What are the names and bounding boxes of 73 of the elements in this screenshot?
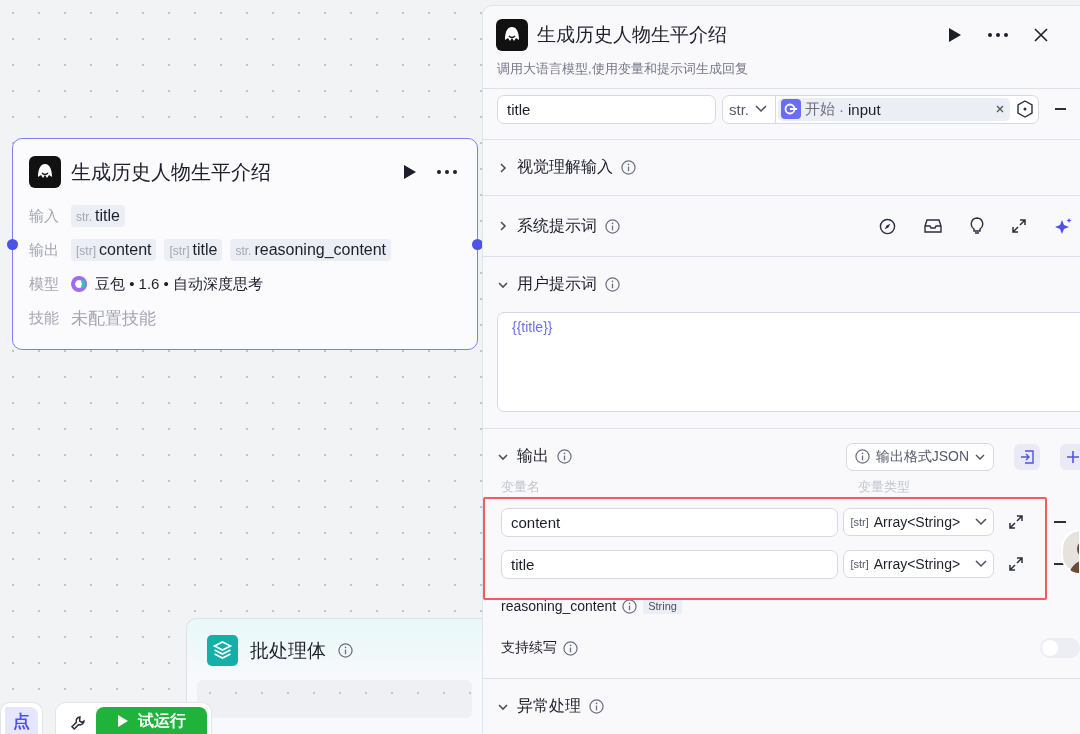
chevron-icon[interactable]: [497, 161, 509, 174]
variable-reference-field[interactable]: str. 开始 · input: [722, 94, 1039, 124]
variable-tag: [str] content: [71, 239, 157, 261]
expand-icon[interactable]: [1009, 515, 1024, 529]
model-logo-icon: [71, 275, 87, 293]
clear-icon[interactable]: [995, 105, 1004, 113]
section-title[interactable]: 异常处理: [517, 696, 581, 717]
play-icon: [117, 715, 128, 727]
variable-name-field[interactable]: content: [501, 507, 839, 537]
field-label: 技能: [29, 308, 60, 328]
add-button[interactable]: [1060, 443, 1080, 470]
node-icon: [496, 19, 528, 51]
section-title[interactable]: 视觉理解输入: [517, 157, 613, 178]
info-icon: [621, 160, 636, 175]
variable-tag: str. reasoning_content: [230, 239, 392, 261]
output-format-select[interactable]: 输出格式JSON: [845, 442, 994, 471]
input-name-field[interactable]: title: [497, 94, 716, 124]
import-icon: [1020, 449, 1034, 464]
field-label: 输出: [29, 240, 60, 260]
close-icon[interactable]: [1034, 28, 1048, 42]
caret-icon: [975, 453, 985, 460]
empty-skills-text: 未配置技能: [71, 307, 156, 330]
add-node-button[interactable]: 点: [5, 707, 38, 734]
archive-icon[interactable]: [924, 218, 942, 234]
expand-icon[interactable]: [1012, 219, 1026, 233]
panel-title: 生成历史人物生平介绍: [537, 23, 728, 47]
info-icon: [563, 640, 578, 656]
node-card[interactable]: 生成历史人物生平介绍 输入 str. title 输出 [str] content [str] title str. reasoning_content 模型 豆包 • 1.6 • 自动深度思考 技能 未配置技能: [12, 138, 478, 350]
info-icon: [622, 598, 638, 614]
node-icon: [29, 156, 61, 188]
variable-tag: str. title: [71, 205, 125, 227]
section-title[interactable]: 用户提示词: [517, 274, 597, 295]
info-icon: [605, 218, 620, 234]
caret-icon: [975, 560, 988, 568]
info-icon: [854, 449, 870, 464]
connection-port[interactable]: [7, 239, 18, 250]
section-title[interactable]: 系统提示词: [517, 215, 597, 237]
batch-node-card[interactable]: 批处理体: [186, 618, 482, 734]
caret-icon: [975, 518, 988, 526]
prompt-field[interactable]: {{title}}: [497, 312, 1080, 412]
start-node-icon: [781, 99, 801, 119]
play-icon[interactable]: [403, 164, 417, 180]
model-name: 豆包 • 1.6 • 自动深度思考: [95, 274, 264, 294]
lightbulb-icon[interactable]: [970, 217, 984, 235]
variable-name-field[interactable]: title: [501, 549, 839, 579]
variable-type-select[interactable]: [str] Array<String>: [843, 550, 995, 578]
field-label: 输入: [29, 206, 60, 226]
field-label: 模型: [29, 274, 60, 294]
expand-icon[interactable]: [1009, 557, 1024, 571]
compass-icon[interactable]: [879, 217, 896, 235]
caret-icon: [755, 105, 767, 113]
node-title: 生成历史人物生平介绍: [71, 159, 272, 185]
more-icon[interactable]: [988, 33, 1008, 37]
variable-type-select[interactable]: [str] Array<String>: [843, 508, 995, 536]
import-button[interactable]: [1014, 443, 1040, 470]
variable-icon[interactable]: [1015, 100, 1034, 118]
wrench-icon[interactable]: [70, 715, 86, 731]
panel-description: 调用大语言模型,使用变量和提示词生成回复: [496, 60, 749, 78]
variable-name: reasoning_content: [501, 598, 617, 614]
option-label: 支持续写: [501, 639, 557, 657]
info-icon: [589, 699, 604, 714]
section-title[interactable]: 输出: [517, 446, 549, 467]
info-icon: [557, 449, 572, 464]
more-icon[interactable]: [437, 170, 457, 174]
layers-icon: [207, 635, 238, 666]
variable-tag: [str] title: [164, 239, 223, 261]
sparkle-icon[interactable]: [1054, 217, 1072, 235]
node-title: 批处理体: [250, 638, 326, 663]
info-icon: [605, 277, 620, 292]
chevron-icon[interactable]: [497, 220, 509, 232]
play-icon[interactable]: [948, 27, 962, 43]
plus-icon: [1066, 449, 1080, 464]
info-icon: [338, 643, 353, 658]
